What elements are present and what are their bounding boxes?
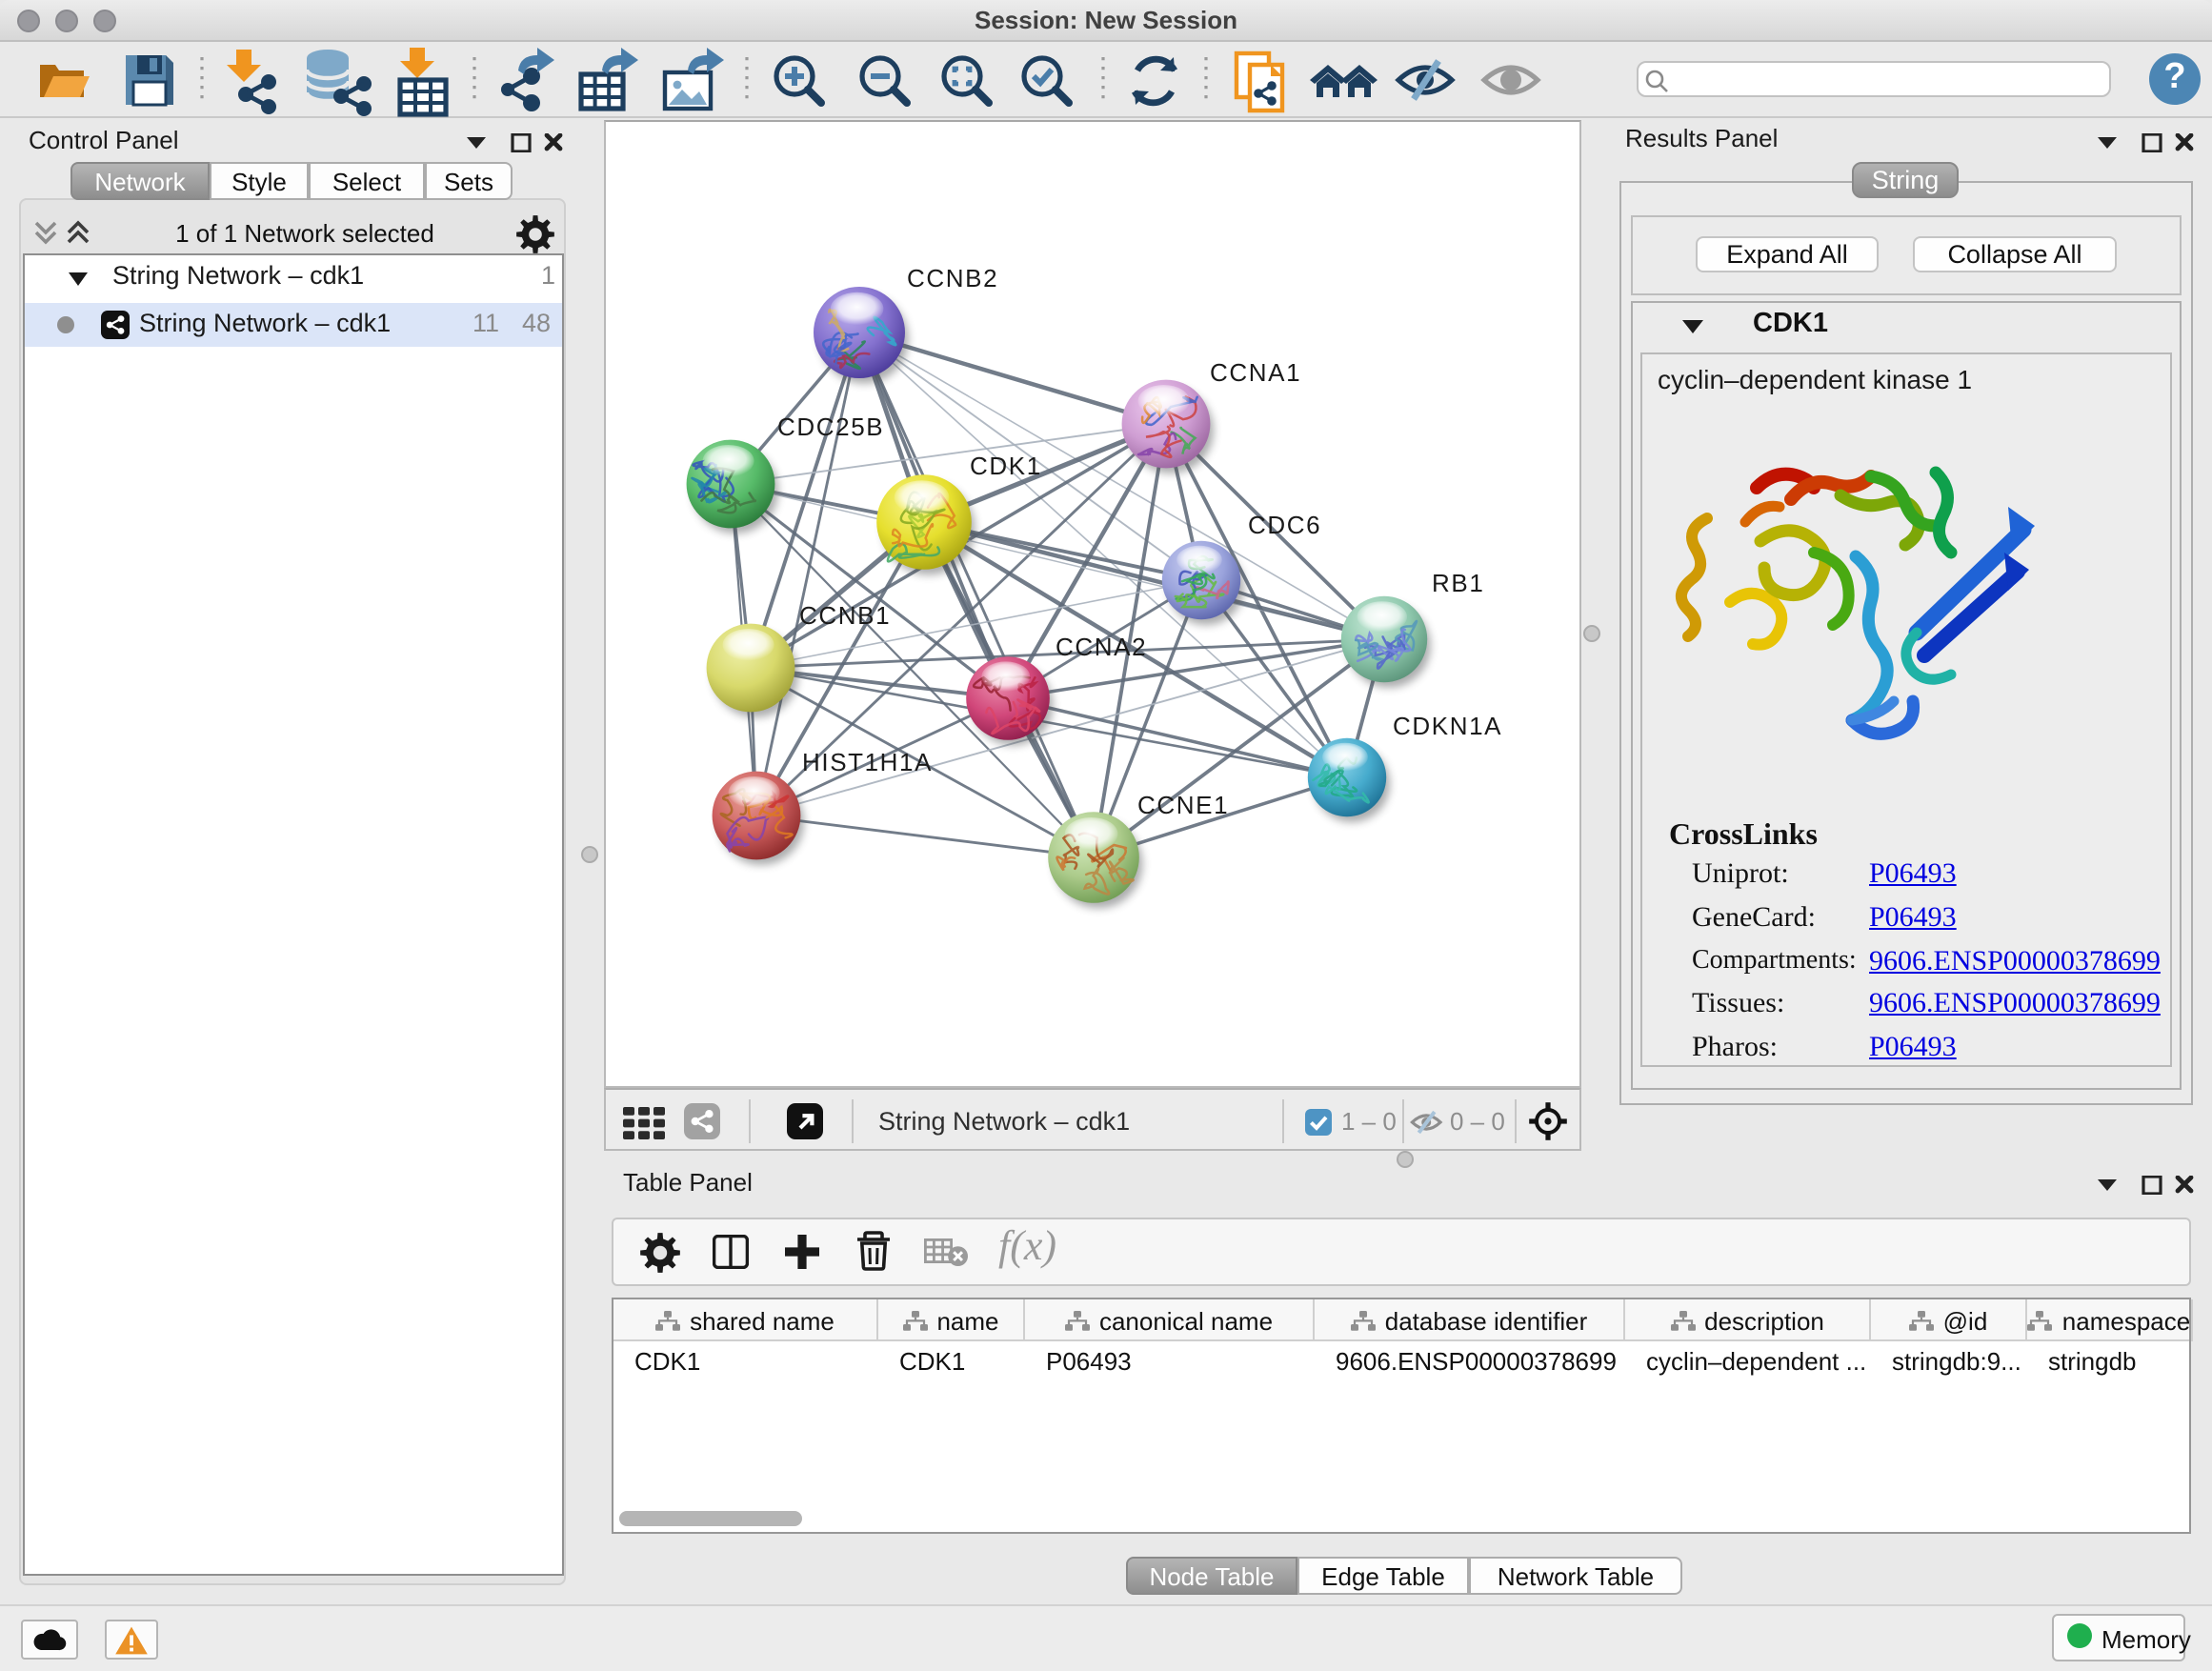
svg-text:CDC25B: CDC25B [777, 413, 884, 441]
svg-text:CCNA1: CCNA1 [1210, 358, 1301, 387]
svg-text:CCNE1: CCNE1 [1137, 791, 1229, 819]
svg-text:RB1: RB1 [1432, 569, 1484, 597]
svg-text:CCNB1: CCNB1 [799, 601, 891, 630]
svg-text:CCNA2: CCNA2 [1056, 633, 1147, 661]
svg-text:CDK1: CDK1 [970, 452, 1042, 480]
svg-text:CDKN1A: CDKN1A [1393, 712, 1502, 740]
svg-text:HIST1H1A: HIST1H1A [802, 748, 933, 776]
svg-text:CDC6: CDC6 [1248, 511, 1321, 539]
svg-text:CCNB2: CCNB2 [907, 264, 998, 292]
